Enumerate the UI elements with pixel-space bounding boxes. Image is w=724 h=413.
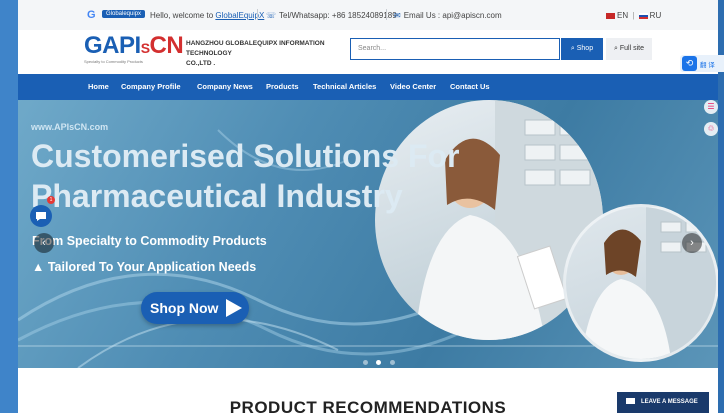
translate-widget[interactable]: ⟲ 翻 译 — [680, 55, 724, 72]
full-site-label: Full site — [619, 45, 644, 52]
side-menu-icon[interactable]: ☰ — [704, 100, 718, 114]
search-icon: ⌕ — [570, 45, 575, 52]
globalequipx-badge[interactable]: Globalequipx — [102, 10, 146, 18]
welcome-text: Hello, welcome to GlobalEquipX — [150, 11, 264, 20]
divider — [257, 9, 258, 20]
full-site-button[interactable]: ⌕ Full site — [606, 38, 652, 60]
nav-home[interactable]: Home — [88, 82, 109, 91]
ru-flag-icon — [638, 12, 648, 19]
shop-search-button[interactable]: ⌕ Shop — [561, 38, 603, 60]
carousel-next-button[interactable]: › — [682, 233, 702, 253]
google-icon: G — [87, 9, 96, 21]
phone-info: ☏ Tel/Whatsapp: +86 18524089189 — [266, 11, 397, 20]
company-line1: HANGZHOU GLOBALEQUIPX INFORMATION TECHNO… — [186, 40, 325, 57]
logo-text-a: GAPI — [84, 32, 141, 59]
phone-text: Tel/Whatsapp: +86 18524089189 — [279, 11, 397, 20]
hero-title-line2: Pharmaceutical Industry — [31, 178, 403, 214]
translate-label: 翻 译 — [700, 62, 715, 69]
main-nav: Home Company Profile Company News Produc… — [18, 74, 718, 100]
logo-text-s: S — [140, 40, 150, 56]
search-icon: ⌕ — [614, 45, 618, 52]
translate-icon: ⟲ — [682, 56, 697, 71]
phone-icon: ☏ — [266, 11, 277, 20]
logo-text-b: CN — [149, 32, 184, 59]
nav-contact-us[interactable]: Contact Us — [450, 82, 490, 91]
welcome-prefix: Hello, welcome to — [150, 11, 214, 20]
leave-message-button[interactable]: LEAVE A MESSAGE — [617, 392, 709, 413]
scientist-illustration-2 — [581, 207, 716, 359]
carousel-dot[interactable] — [389, 360, 395, 365]
hero-watermark: www.APIsCN.com — [31, 122, 109, 132]
carousel-prev-button[interactable]: ‹ — [34, 233, 54, 253]
mail-icon — [626, 398, 635, 405]
lang-divider: | — [632, 11, 635, 20]
site-logo[interactable]: GAPISCN Specialty to Commodity Products — [84, 32, 184, 67]
hero-subtitle-1: From Specialty to Commodity Products — [32, 234, 267, 248]
side-share-icon[interactable]: ♲ — [704, 122, 718, 136]
chat-icon[interactable] — [30, 205, 52, 227]
play-icon — [226, 299, 242, 317]
search-input[interactable]: Search... — [350, 38, 560, 60]
chat-bubble-icon — [36, 212, 46, 221]
header: GAPISCN Specialty to Commodity Products … — [18, 30, 718, 74]
lang-ru[interactable]: RU — [650, 11, 662, 20]
nav-company-news[interactable]: Company News — [197, 82, 253, 91]
page: G Globalequipx Hello, welcome to GlobalE… — [18, 0, 718, 413]
email-text: Email Us : api@apiscn.com — [403, 11, 502, 20]
carousel-dots — [361, 352, 397, 368]
carousel-dot[interactable] — [363, 360, 368, 365]
carousel-dot-active[interactable] — [376, 360, 382, 365]
en-flag-icon — [606, 12, 615, 19]
section-title: PRODUCT RECOMMENDATIONS — [229, 398, 507, 413]
company-line2: CO.,LTD . — [186, 60, 216, 67]
nav-video-center[interactable]: Video Center — [390, 82, 436, 91]
nav-products[interactable]: Products — [266, 82, 299, 91]
shop-now-button[interactable]: Shop Now — [141, 292, 249, 324]
nav-company-profile[interactable]: Company Profile — [121, 82, 181, 91]
hero-title-line1: Customerised Solutions For — [31, 138, 460, 174]
scientist-photo-small — [563, 204, 718, 362]
chat-notification-badge: 1 — [47, 196, 55, 204]
language-switch: EN | RU — [606, 11, 661, 20]
company-name: HANGZHOU GLOBALEQUIPX INFORMATION TECHNO… — [186, 39, 346, 69]
top-bar: G Globalequipx Hello, welcome to GlobalE… — [18, 0, 718, 31]
email-info[interactable]: ✉ Email Us : api@apiscn.com — [394, 11, 502, 20]
hero-banner[interactable]: www.APIsCN.com Customerised Solutions Fo… — [18, 100, 718, 368]
nav-technical-articles[interactable]: Technical Articles — [313, 82, 376, 91]
shop-now-label: Shop Now — [150, 300, 219, 316]
hero-subtitle-2: ▲ Tailored To Your Application Needs — [32, 260, 257, 274]
leave-message-label: LEAVE A MESSAGE — [641, 399, 698, 405]
email-icon: ✉ — [394, 11, 401, 20]
lang-en[interactable]: EN — [617, 11, 628, 20]
shop-label: Shop — [576, 45, 594, 52]
divider — [386, 9, 387, 20]
